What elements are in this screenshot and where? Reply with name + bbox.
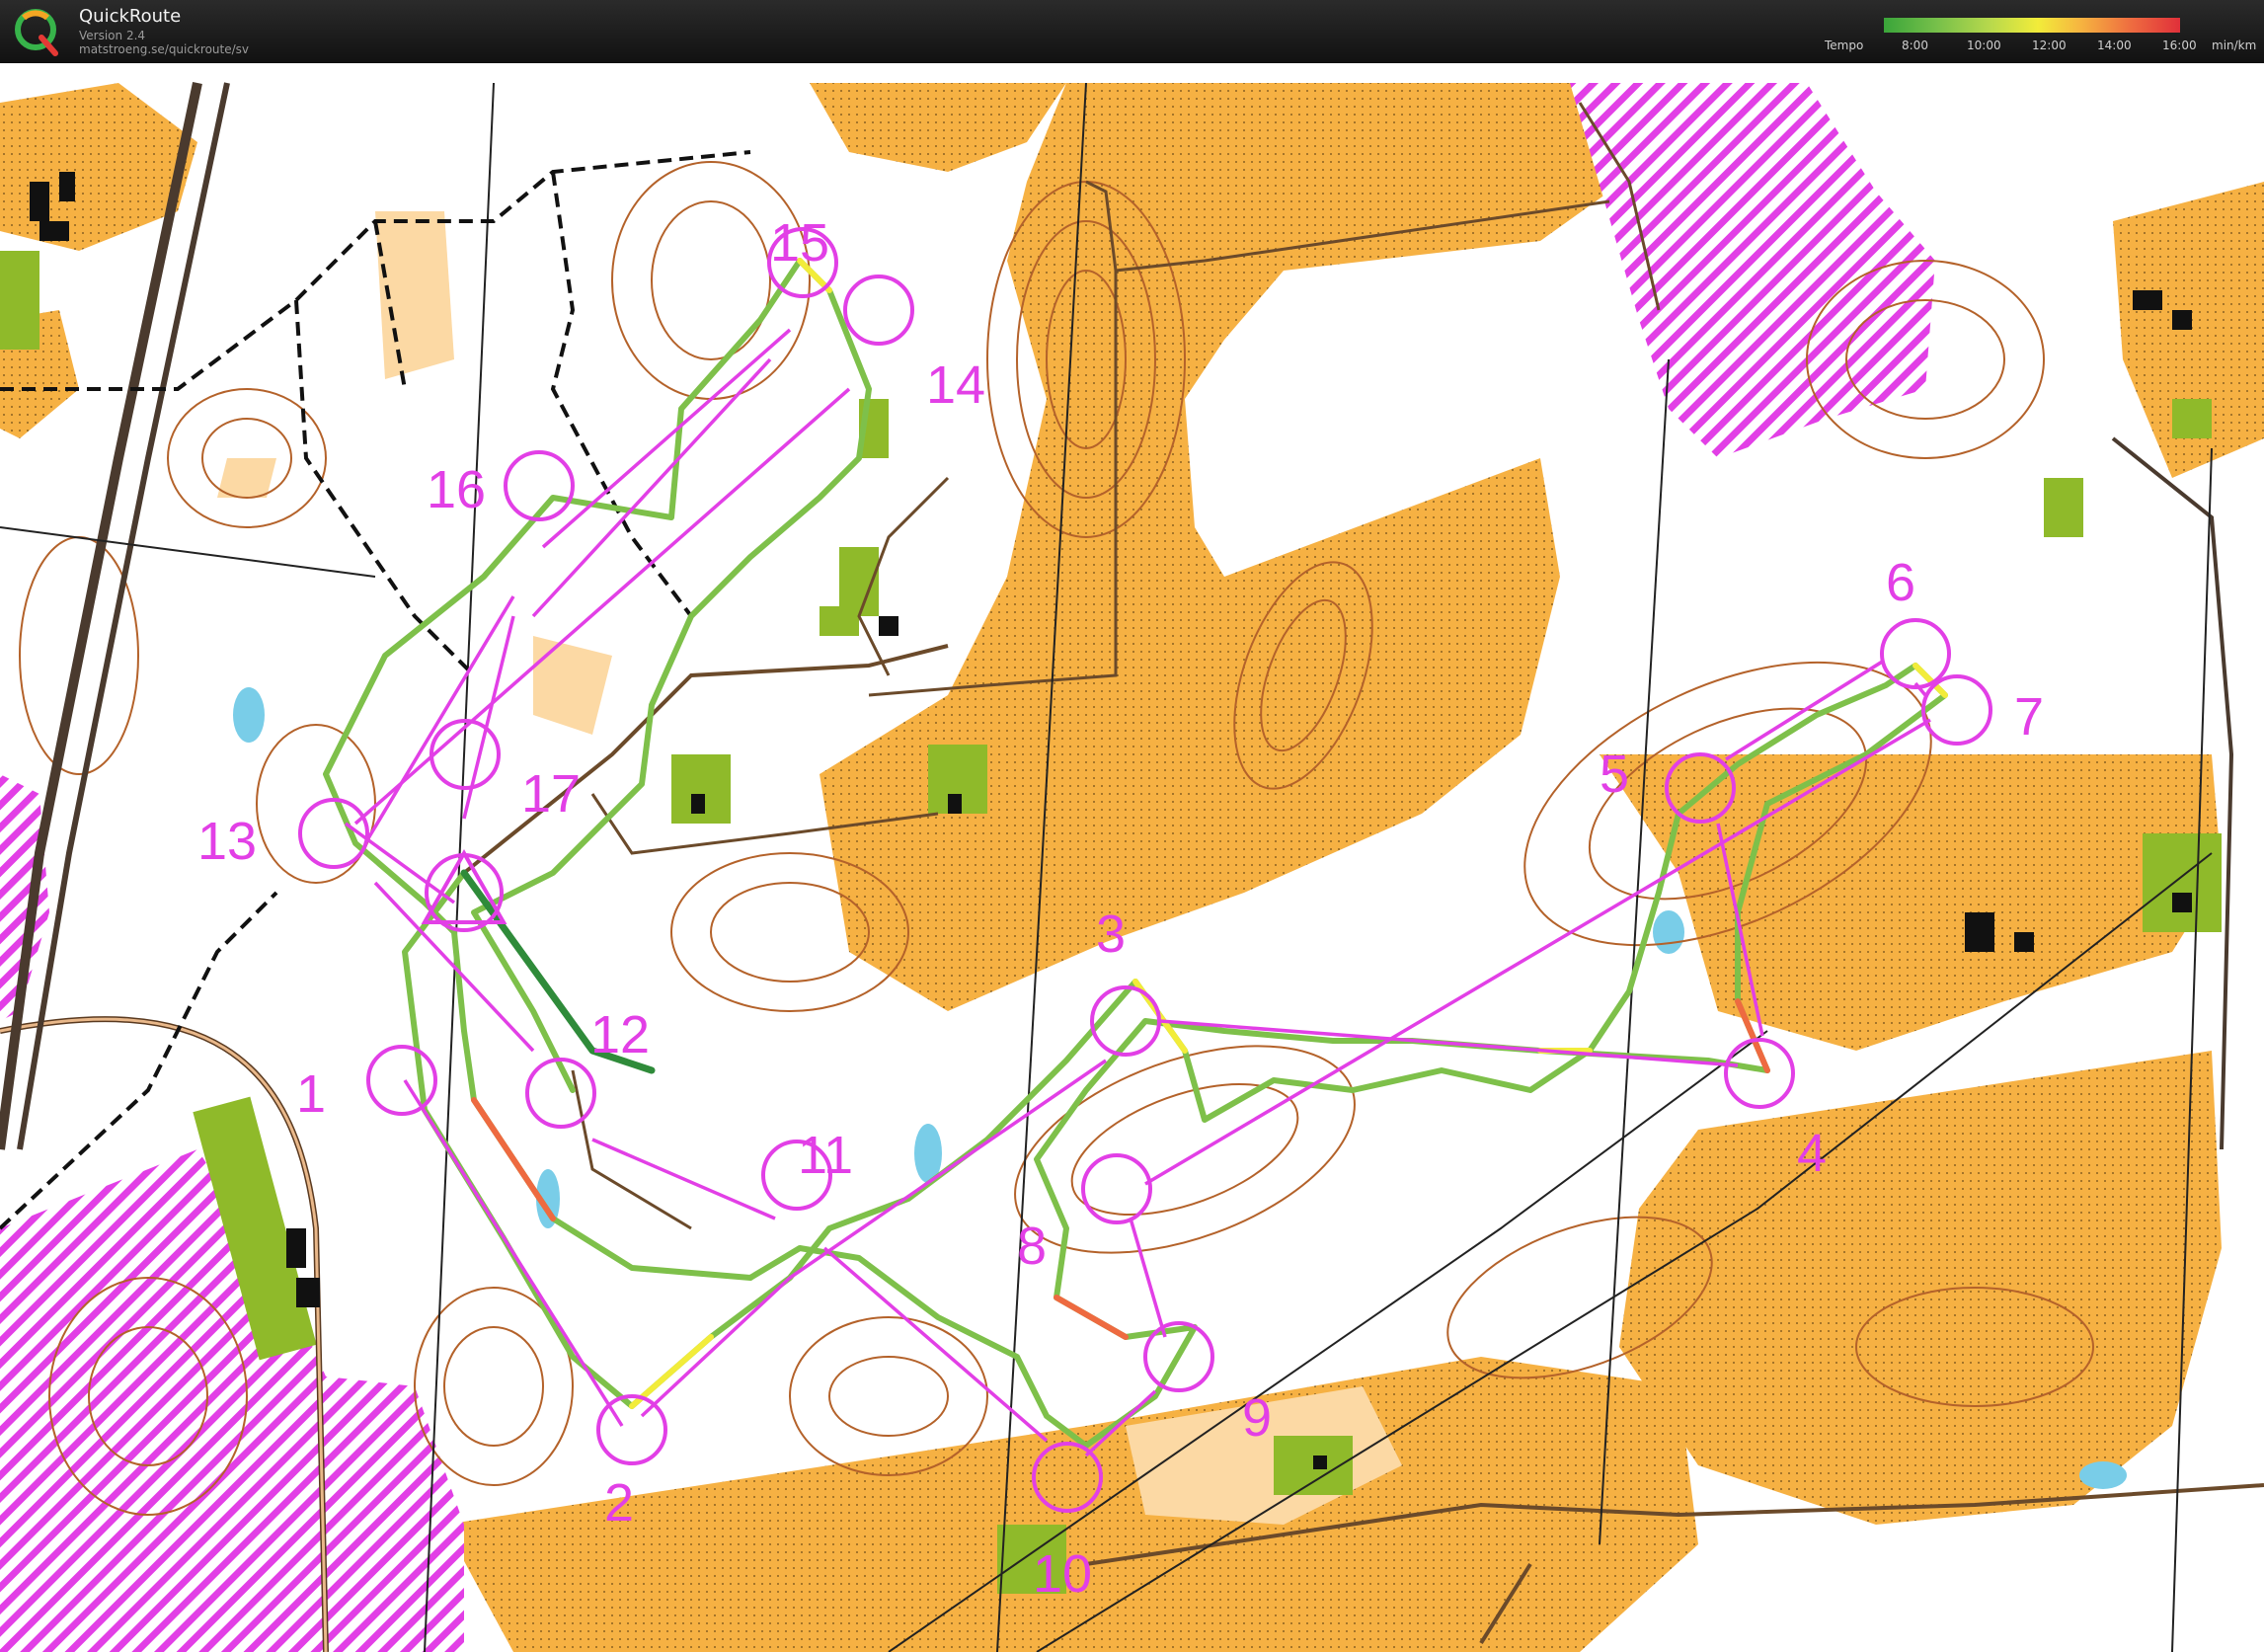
control-label: 14 bbox=[926, 355, 985, 415]
control-label: 17 bbox=[521, 764, 581, 824]
app-title: QuickRoute bbox=[79, 6, 182, 27]
tempo-tick: 12:00 bbox=[2032, 39, 2067, 52]
control-label: 11 bbox=[798, 1126, 853, 1185]
tempo-tick: 16:00 bbox=[2162, 39, 2197, 52]
tempo-tick: 14:00 bbox=[2097, 39, 2132, 52]
tempo-label: Tempo bbox=[1825, 39, 1864, 52]
control-label: 9 bbox=[1242, 1388, 1272, 1448]
control-label: 15 bbox=[770, 213, 829, 273]
quickroute-logo-icon bbox=[15, 9, 58, 56]
control-label: 7 bbox=[2014, 687, 2044, 747]
control-label: 8 bbox=[1017, 1217, 1047, 1276]
app-url: matstroeng.se/quickroute/sv bbox=[79, 42, 250, 56]
orienteering-map[interactable]: 1 2 3 4 5 6 7 8 9 10 11 12 13 14 15 16 1… bbox=[0, 63, 2264, 1652]
title-bar: QuickRoute Version 2.4 matstroeng.se/qui… bbox=[0, 0, 2264, 63]
tempo-tick: 10:00 bbox=[1967, 39, 2001, 52]
control-label: 6 bbox=[1886, 553, 1915, 612]
control-label: 1 bbox=[296, 1064, 326, 1124]
control-label: 16 bbox=[427, 460, 486, 519]
control-label: 4 bbox=[1797, 1124, 1827, 1183]
control-label: 10 bbox=[1033, 1544, 1092, 1604]
control-label: 12 bbox=[590, 1005, 650, 1064]
tempo-color-scale bbox=[1884, 18, 2180, 33]
tempo-unit: min/km bbox=[2212, 39, 2257, 52]
control-label: 13 bbox=[197, 812, 257, 871]
control-label: 2 bbox=[604, 1473, 634, 1533]
map-canvas[interactable]: 1 2 3 4 5 6 7 8 9 10 11 12 13 14 15 16 1… bbox=[0, 63, 2264, 1652]
app-version: Version 2.4 bbox=[79, 29, 146, 42]
control-label: 5 bbox=[1600, 745, 1629, 804]
control-label: 3 bbox=[1096, 905, 1126, 964]
tempo-tick: 8:00 bbox=[1902, 39, 1928, 52]
